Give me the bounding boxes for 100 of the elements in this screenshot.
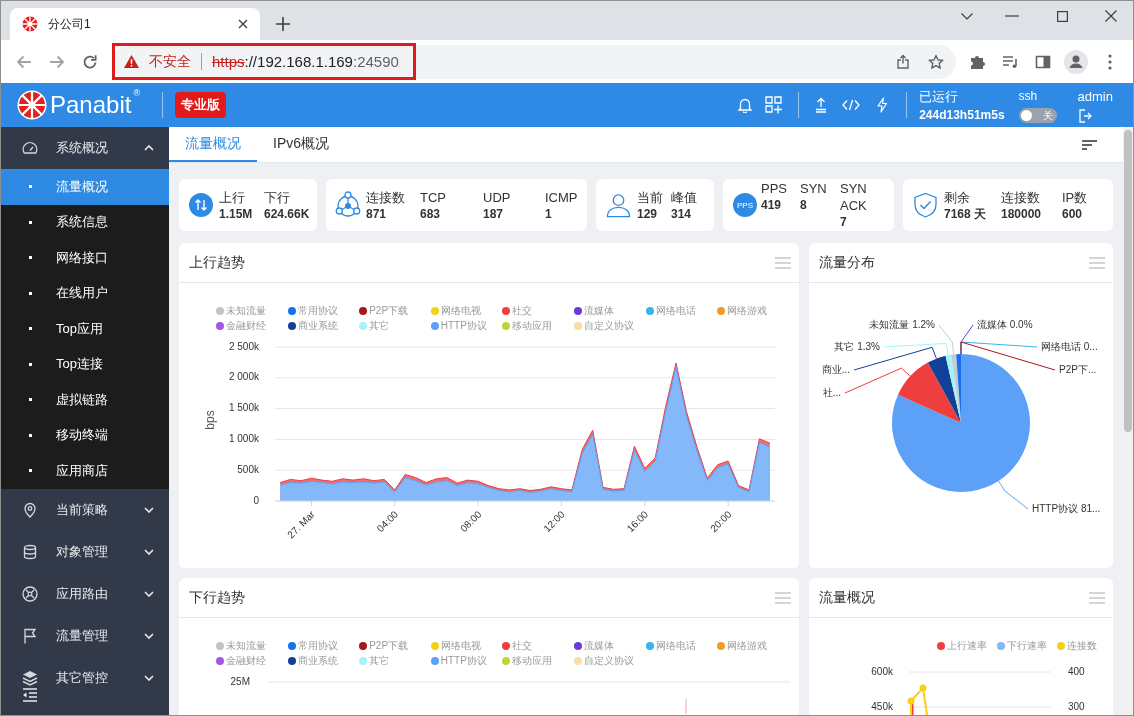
menu-item[interactable]: 流量概况 [1, 169, 169, 205]
metric-value: 8 [800, 197, 807, 213]
legend-item[interactable]: 商业系统 [287, 318, 360, 333]
legend-item[interactable]: 流媒体 [573, 303, 646, 318]
axis-label: 600k [871, 665, 893, 677]
legend-item[interactable]: 金融财经 [216, 653, 288, 668]
menu-item[interactable]: 网络接口 [1, 240, 169, 276]
legend-item[interactable]: 移动应用 [502, 318, 574, 333]
legend-item[interactable]: 社交 [502, 638, 574, 653]
media-list-icon[interactable] [1002, 53, 1018, 70]
puzzle-icon[interactable] [969, 53, 985, 70]
legend-item[interactable]: 网络电话 [645, 638, 718, 653]
menu-item[interactable]: Top连接 [1, 346, 169, 382]
menu-group[interactable]: 流量管理 [1, 614, 169, 657]
legend-item[interactable]: 未知流量 [216, 638, 288, 653]
legend-item[interactable]: 移动应用 [502, 653, 574, 668]
pie-slice[interactable] [892, 354, 1030, 492]
sidebar-icon[interactable] [1035, 53, 1051, 70]
pie-label: HTTP协议 81... [1032, 502, 1101, 514]
legend-item[interactable]: 连接数 [1057, 638, 1097, 653]
legend-item[interactable]: HTTP协议 [430, 318, 503, 333]
card-title: 流量分布 [819, 253, 875, 272]
metric-value: 871 [366, 205, 387, 222]
legend-item[interactable]: 下行速率 [997, 638, 1047, 653]
lightning-icon[interactable] [876, 97, 889, 113]
pie-slice[interactable] [951, 354, 961, 423]
scrollbar-thumb[interactable] [1124, 130, 1132, 432]
menu-item[interactable]: 应用商店 [1, 453, 169, 489]
legend-item[interactable]: 其它 [359, 318, 431, 333]
legend-item[interactable]: 流媒体 [573, 638, 646, 653]
legend-item[interactable]: 未知流量 [216, 303, 288, 318]
axis-label: 1 500k [228, 402, 259, 414]
menu-group[interactable]: 当前策略 [1, 488, 169, 531]
chevron-down-icon[interactable] [961, 12, 973, 20]
database-icon [22, 543, 38, 560]
axis-label: 2 000k [228, 371, 259, 383]
menu-group[interactable]: 系统概况 [1, 127, 169, 169]
legend-item[interactable]: 网络游戏 [717, 638, 789, 653]
plus-icon[interactable] [276, 17, 290, 31]
pie-slice[interactable] [898, 362, 961, 423]
ssh-toggle[interactable]: 关 [1018, 108, 1057, 123]
security-label[interactable]: 不安全 [149, 52, 191, 71]
legend-item[interactable]: 商业系统 [287, 653, 360, 668]
data-line [685, 698, 687, 714]
pie-slice[interactable] [927, 355, 961, 423]
warning-icon[interactable] [124, 55, 139, 68]
legend-item[interactable]: 网络游戏 [717, 303, 789, 318]
menu-item[interactable]: 系统信息 [1, 204, 169, 240]
menu-item[interactable]: 移动终端 [1, 417, 169, 453]
metric-label: IP数 [1062, 188, 1088, 206]
menu-item[interactable]: 在线用户 [1, 275, 169, 311]
data-point [919, 684, 927, 692]
legend-item[interactable]: 常用协议 [287, 303, 360, 318]
share-icon[interactable] [895, 53, 911, 70]
menu-group[interactable]: 对象管理 [1, 530, 169, 573]
legend-item[interactable]: 常用协议 [287, 638, 360, 653]
menu-group[interactable]: 应用路由 [1, 572, 169, 615]
code-icon[interactable] [842, 99, 861, 111]
avatar-icon[interactable] [1064, 49, 1088, 74]
legend-item[interactable]: 社交 [502, 303, 574, 318]
bullet-icon [29, 291, 32, 295]
address-bar[interactable]: 不安全 https://192.168.1.169:24590 [112, 44, 956, 79]
apps-add-icon[interactable] [765, 96, 784, 114]
metric-label: 峰值 [671, 188, 697, 206]
page-tab[interactable]: IPv6概况 [257, 127, 345, 162]
close-icon[interactable] [1105, 10, 1117, 22]
menu-item[interactable]: Top应用 [1, 311, 169, 347]
shield-check-icon [913, 192, 938, 218]
legend-item[interactable]: 上行速率 [937, 638, 987, 653]
user-name[interactable]: admin [1077, 87, 1113, 106]
legend-item[interactable]: 网络电视 [430, 303, 503, 318]
legend-item[interactable]: P2P下载 [359, 638, 431, 653]
sort-icon[interactable] [1082, 139, 1097, 150]
legend-item[interactable]: 其它 [359, 653, 431, 668]
legend-item[interactable]: HTTP协议 [430, 653, 503, 668]
menu-group[interactable]: 其它管控 [1, 656, 169, 699]
menu-item[interactable]: 虚拟链路 [1, 382, 169, 418]
metric-value: 129 [637, 205, 658, 222]
location-pin-icon [22, 501, 38, 518]
star-icon[interactable] [928, 53, 944, 70]
legend-item[interactable]: 网络电视 [430, 638, 503, 653]
metric-value: 180000 [1001, 205, 1042, 222]
legend-item[interactable]: 金融财经 [216, 318, 288, 333]
more-icon[interactable] [1108, 53, 1112, 70]
url-text[interactable]: https://192.168.1.169:24590 [212, 53, 399, 70]
pie-slice[interactable] [945, 354, 961, 423]
logout-icon[interactable] [1078, 109, 1093, 123]
maximize-icon[interactable] [1057, 10, 1068, 22]
legend-item[interactable]: 自定义协议 [573, 653, 646, 668]
bell-icon[interactable] [737, 97, 754, 113]
toggle-knob [1020, 110, 1032, 121]
legend-item[interactable]: 网络电话 [645, 303, 718, 318]
legend-item[interactable]: P2P下载 [359, 303, 431, 318]
legend-item[interactable]: 自定义协议 [573, 318, 646, 333]
collapse-menu-icon[interactable] [22, 688, 38, 702]
browser-tab[interactable]: 分公司1 [10, 8, 260, 40]
metric-value: 7168 天 [944, 205, 987, 222]
close-icon[interactable] [238, 19, 248, 29]
chevron-up-icon [144, 145, 154, 151]
reload-icon[interactable] [82, 53, 98, 70]
